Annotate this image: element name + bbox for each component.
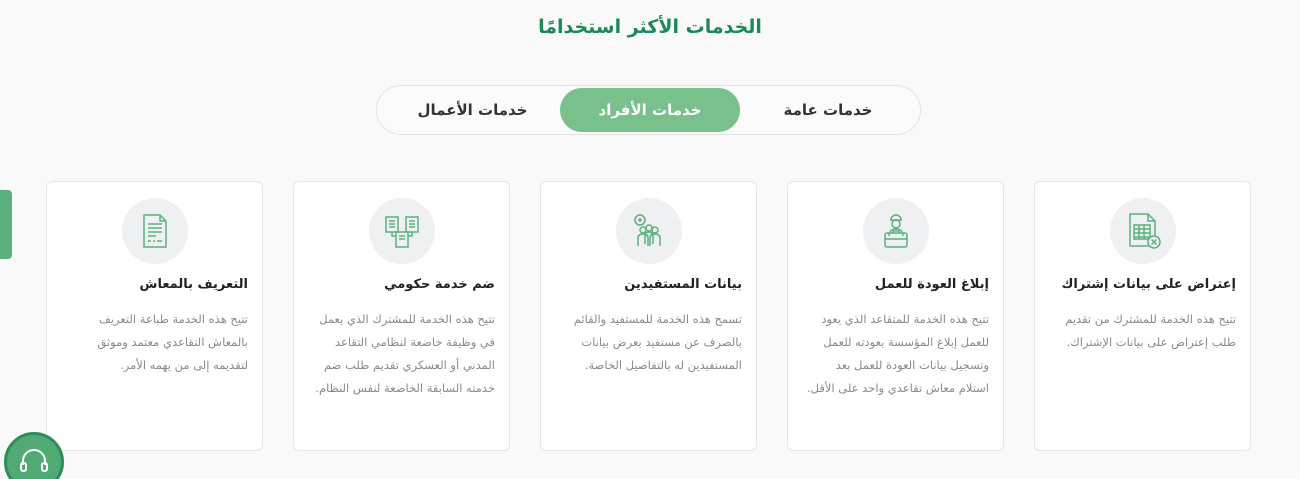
merge-documents-icon	[384, 216, 419, 248]
card-description: تتيح هذه الخدمة للمتقاعد الذي يعود للعمل…	[807, 312, 989, 395]
card-title: ضم خدمة حكومي	[384, 277, 495, 292]
card-description: تتيح هذه الخدمة للمشترك الذي يعمل في وظي…	[315, 312, 495, 395]
card-title: بيانات المستفيدين	[624, 277, 742, 292]
service-card-government-service-merge[interactable]: ضم خدمة حكومي تتيح هذه الخدمة للمشترك ال…	[293, 181, 510, 451]
card-title: إعتراض على بيانات إشتراك	[1061, 277, 1237, 292]
headset-icon	[20, 449, 48, 472]
card-title: التعريف بالمعاش	[139, 277, 248, 292]
tab-individual-services[interactable]: خدمات الأفراد	[560, 88, 740, 132]
card-description: تسمح هذه الخدمة للمستفيد والقائم بالصرف …	[573, 312, 742, 372]
service-card-pension-certificate[interactable]: التعريف بالمعاش تتيح هذه الخدمة طباعة ال…	[46, 181, 263, 451]
tab-business-services[interactable]: خدمات الأعمال	[385, 88, 560, 132]
icon-badge	[1109, 198, 1176, 264]
icon-badge	[368, 198, 435, 264]
icon-badge	[862, 198, 929, 264]
beneficiaries-icon	[633, 214, 661, 246]
certificate-document-icon	[142, 214, 167, 248]
card-description: تتيح هذه الخدمة للمشترك من تقديم طلب إعت…	[1065, 312, 1236, 349]
card-description: تتيح هذه الخدمة طباعة التعريف بالمعاش ال…	[97, 312, 248, 372]
icon-badge	[615, 198, 682, 264]
spreadsheet-x-icon	[1128, 213, 1161, 249]
icon-badge	[121, 198, 188, 264]
tab-general-services[interactable]: خدمات عامة	[740, 88, 916, 132]
service-card-return-to-work[interactable]: إبلاغ العودة للعمل تتيح هذه الخدمة للمتق…	[787, 181, 1004, 451]
worker-briefcase-icon	[883, 214, 908, 248]
section-title: الخدمات الأكثر استخدامًا	[538, 16, 762, 38]
service-card-subscription-objection[interactable]: إعتراض على بيانات إشتراك تتيح هذه الخدمة…	[1034, 181, 1251, 451]
service-card-beneficiaries-data[interactable]: بيانات المستفيدين تسمح هذه الخدمة للمستف…	[540, 181, 757, 451]
service-cards: إعتراض على بيانات إشتراك تتيح هذه الخدمة…	[0, 181, 1300, 451]
card-title: إبلاغ العودة للعمل	[874, 277, 989, 292]
service-tabs: خدمات عامة خدمات الأفراد خدمات الأعمال	[376, 85, 921, 135]
